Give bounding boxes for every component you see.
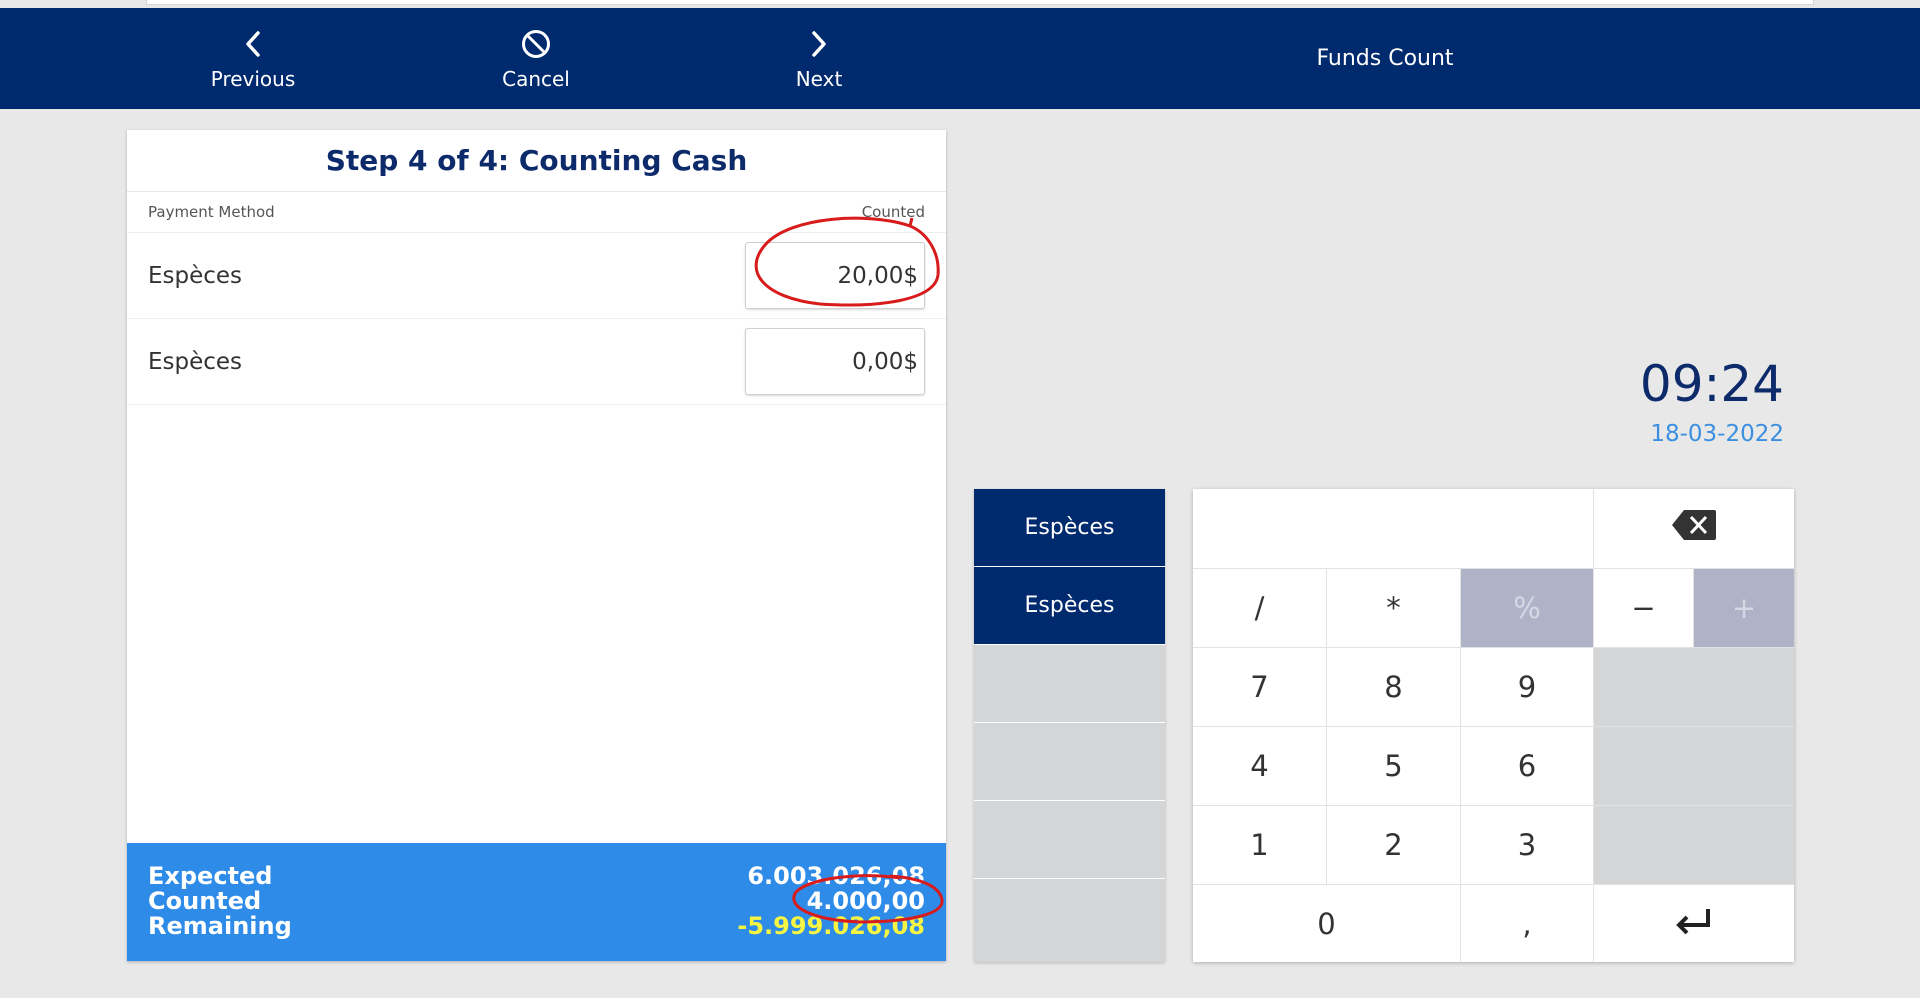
empty-method-slot xyxy=(974,879,1165,962)
empty-method-slot xyxy=(974,801,1165,879)
digit-5-key[interactable]: 5 xyxy=(1327,727,1461,806)
numeric-keypad: / * % − + 7 8 9 4 5 6 1 2 3 0 , xyxy=(1193,489,1794,962)
empty-method-slot xyxy=(974,645,1165,723)
step-title: Step 4 of 4: Counting Cash xyxy=(127,130,946,192)
previous-label: Previous xyxy=(210,66,296,91)
counted-amount-field[interactable]: 20,00$ xyxy=(745,242,925,309)
next-button[interactable]: Next xyxy=(729,8,909,109)
digit-4-key[interactable]: 4 xyxy=(1193,727,1327,806)
digit-0-key[interactable]: 0 xyxy=(1193,885,1461,962)
payment-method-button[interactable]: Espèces xyxy=(974,567,1165,645)
empty-key xyxy=(1594,727,1794,806)
backspace-icon xyxy=(1670,508,1718,549)
divide-key[interactable]: / xyxy=(1193,569,1327,648)
cancel-label: Cancel xyxy=(502,66,570,91)
cancel-button[interactable]: Cancel xyxy=(446,8,626,109)
expected-label: Expected xyxy=(148,862,273,890)
top-strip xyxy=(0,0,1920,8)
backspace-button[interactable] xyxy=(1594,489,1794,569)
clock-date: 18-03-2022 xyxy=(1650,421,1784,447)
decimal-key[interactable]: , xyxy=(1461,885,1594,962)
column-header: Payment Method Counted xyxy=(127,192,946,233)
clock-time: 09:24 xyxy=(1639,355,1784,413)
remaining-value: -5.999.026,08 xyxy=(737,912,925,940)
digit-3-key[interactable]: 3 xyxy=(1461,806,1594,885)
enter-button[interactable] xyxy=(1594,885,1794,962)
cancel-circle-icon xyxy=(520,27,552,61)
percent-key: % xyxy=(1461,569,1594,648)
digit-2-key[interactable]: 2 xyxy=(1327,806,1461,885)
column-payment-method: Payment Method xyxy=(148,203,275,221)
column-counted: Counted xyxy=(861,203,925,221)
top-nav-bar: Previous Cancel Next Funds Count xyxy=(0,8,1920,109)
payment-method-list: Espèces Espèces xyxy=(974,489,1165,962)
expected-value: 6.003.026,08 xyxy=(747,862,925,890)
payment-method-button[interactable]: Espèces xyxy=(974,489,1165,567)
digit-7-key[interactable]: 7 xyxy=(1193,648,1327,727)
empty-key xyxy=(1594,806,1794,885)
chevron-left-icon xyxy=(242,27,264,61)
empty-method-slot xyxy=(974,723,1165,801)
previous-button[interactable]: Previous xyxy=(163,8,343,109)
counted-label: Counted xyxy=(148,887,262,915)
counted-value: 4.000,00 xyxy=(806,887,925,915)
plus-key: + xyxy=(1694,569,1794,648)
payment-method-name: Espèces xyxy=(148,348,243,375)
digit-6-key[interactable]: 6 xyxy=(1461,727,1594,806)
empty-key xyxy=(1594,648,1794,727)
minus-key[interactable]: − xyxy=(1594,569,1694,648)
chevron-right-icon xyxy=(808,27,830,61)
counted-amount-field[interactable]: 0,00$ xyxy=(745,328,925,395)
clock: 09:24 18-03-2022 xyxy=(1550,355,1784,447)
payment-method-name: Espèces xyxy=(148,262,243,289)
next-label: Next xyxy=(795,66,843,91)
keypad-display xyxy=(1193,489,1594,569)
payment-row[interactable]: Espèces 20,00$ xyxy=(127,233,946,319)
totals-summary: Expected Counted Remaining 6.003.026,08 … xyxy=(127,843,946,961)
digit-1-key[interactable]: 1 xyxy=(1193,806,1327,885)
multiply-key[interactable]: * xyxy=(1327,569,1461,648)
digit-8-key[interactable]: 8 xyxy=(1327,648,1461,727)
payment-row[interactable]: Espèces 0,00$ xyxy=(127,319,946,405)
enter-icon xyxy=(1674,905,1714,942)
page-title: Funds Count xyxy=(1316,46,1454,71)
digit-9-key[interactable]: 9 xyxy=(1461,648,1594,727)
counting-panel: Step 4 of 4: Counting Cash Payment Metho… xyxy=(127,130,946,961)
top-bar xyxy=(146,0,1814,5)
remaining-label: Remaining xyxy=(148,912,292,940)
